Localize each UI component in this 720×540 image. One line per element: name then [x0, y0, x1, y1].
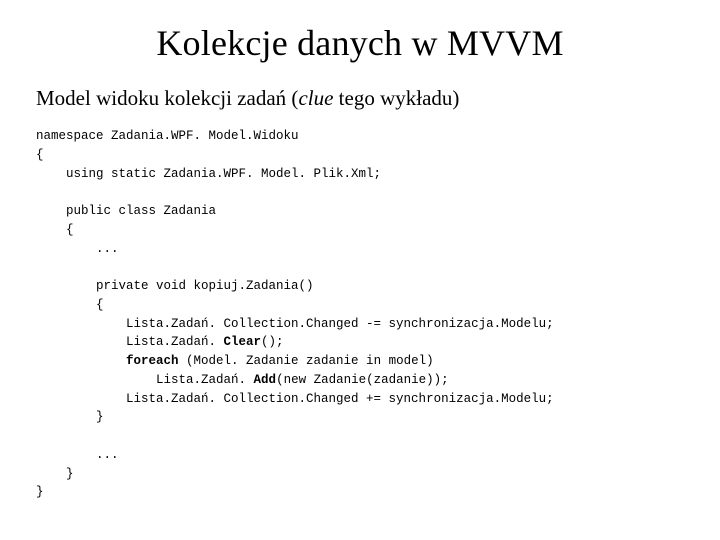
code-line: Lista.Zadań.: [36, 335, 224, 349]
code-bold: foreach: [126, 354, 179, 368]
code-line: }: [36, 485, 44, 499]
code-line: (new Zadanie(zadanie));: [276, 373, 449, 387]
code-line: }: [36, 410, 104, 424]
code-line: Lista.Zadań. Collection.Changed -= synch…: [36, 317, 554, 331]
slide: Kolekcje danych w MVVM Model widoku kole…: [0, 0, 720, 540]
subtitle-italic: clue: [298, 86, 333, 110]
code-line: ...: [36, 448, 119, 462]
code-bold: Clear: [224, 335, 262, 349]
code-line: namespace Zadania.WPF. Model.Widoku: [36, 129, 299, 143]
code-line: Lista.Zadań. Collection.Changed += synch…: [36, 392, 554, 406]
code-bold: Add: [254, 373, 277, 387]
code-line: {: [36, 223, 74, 237]
code-line: (Model. Zadanie zadanie in model): [179, 354, 434, 368]
code-line: public class Zadania: [36, 204, 216, 218]
slide-title: Kolekcje danych w MVVM: [36, 22, 684, 64]
slide-subtitle: Model widoku kolekcji zadań (clue tego w…: [36, 86, 684, 111]
code-line: {: [36, 298, 104, 312]
code-line: private void kopiuj.Zadania(): [36, 279, 314, 293]
code-line: {: [36, 148, 44, 162]
code-line: }: [36, 467, 74, 481]
code-line: ...: [36, 242, 119, 256]
code-line: ();: [261, 335, 284, 349]
code-block: namespace Zadania.WPF. Model.Widoku { us…: [36, 127, 684, 502]
subtitle-prefix: Model widoku kolekcji zadań (: [36, 86, 298, 110]
code-line: [36, 354, 126, 368]
subtitle-suffix: tego wykładu): [333, 86, 459, 110]
code-line: using static Zadania.WPF. Model. Plik.Xm…: [36, 167, 381, 181]
code-line: Lista.Zadań.: [36, 373, 254, 387]
